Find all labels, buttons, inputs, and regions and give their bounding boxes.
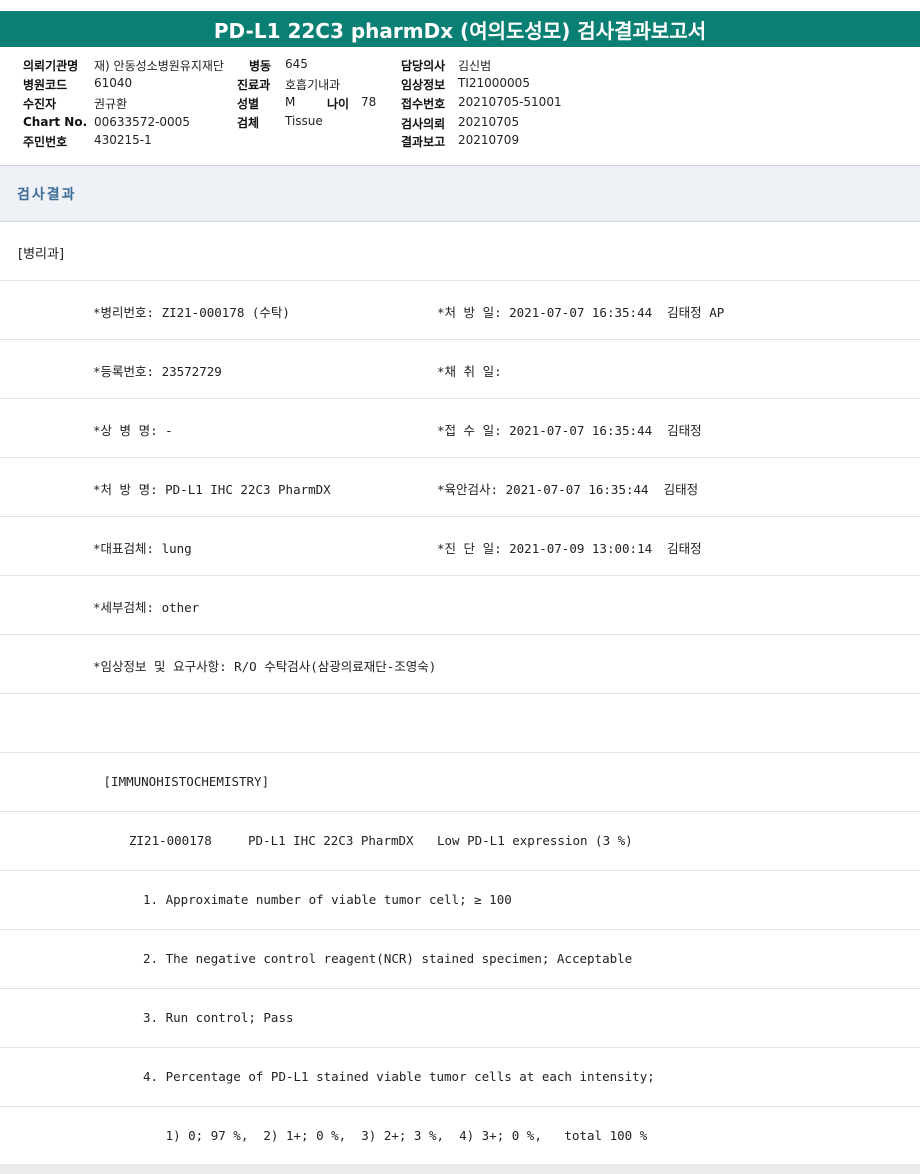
- patient-info-panel: 의뢰기관명 재) 안동성소병원유지재단 병원코드 61040 수진자 권규환 C…: [0, 47, 920, 166]
- department-row: [병리과]: [0, 221, 920, 281]
- detail-left: *대표검체: lung: [93, 541, 192, 556]
- detail-right: *진 단 일: 2021-07-09 13:00:14 김태정: [437, 541, 702, 556]
- doctor-label: 담당의사: [401, 59, 446, 73]
- institution-value: 재) 안동성소병원유지재단: [94, 59, 224, 73]
- detail-row: *병리번호: ZI21-000178 (수탁) *처 방 일: 2021-07-…: [0, 281, 920, 340]
- results-header-label: 검사결과: [17, 187, 77, 203]
- sex-label: 성별: [237, 97, 260, 111]
- detail-row: *상 병 명: - *접 수 일: 2021-07-07 16:35:44 김태…: [0, 399, 920, 458]
- doctor-value: 김신범: [458, 59, 492, 73]
- clinical-label: 임상정보: [401, 78, 446, 92]
- patient-value: 권규환: [94, 97, 128, 111]
- detail-left: *등록번호: 23572729: [93, 364, 222, 379]
- resident-value: 430215-1: [94, 133, 152, 147]
- detail-row: *임상정보 및 요구사항: R/O 수탁검사(삼광의료재단-조영숙): [0, 635, 920, 694]
- department-value: 호흡기내과: [285, 78, 341, 92]
- ihc-item: 2. The negative control reagent(NCR) sta…: [143, 951, 633, 966]
- receipt-no-label: 접수번호: [401, 97, 446, 111]
- hospital-code-label: 병원코드: [23, 78, 68, 92]
- detail-right: *처 방 일: 2021-07-07 16:35:44 김태정 AP: [437, 305, 725, 320]
- patient-label: 수진자: [23, 97, 57, 111]
- detail-row: *세부검체: other: [0, 576, 920, 635]
- detail-left: *세부검체: other: [93, 600, 200, 615]
- detail-row: *처 방 명: PD-L1 IHC 22C3 PharmDX *육안검사: 20…: [0, 458, 920, 517]
- detail-left: *상 병 명: -: [93, 423, 173, 438]
- ward-label: 병동: [249, 59, 272, 73]
- chart-label: Chart No.: [23, 115, 88, 129]
- detail-right: *접 수 일: 2021-07-07 16:35:44 김태정: [437, 423, 702, 438]
- hospital-code-value: 61040: [94, 76, 133, 90]
- detail-left: *병리번호: ZI21-000178 (수탁): [93, 305, 290, 320]
- report-title: PD-L1 22C3 pharmDx (여의도성모) 검사결과보고서: [0, 11, 920, 47]
- ihc-result: Low PD-L1 expression (3 %): [437, 833, 633, 848]
- detail-left: *처 방 명: PD-L1 IHC 22C3 PharmDX: [93, 482, 331, 497]
- detail-right: *육안검사: 2021-07-07 16:35:44 김태정: [437, 482, 699, 497]
- department-tag: [병리과]: [18, 247, 65, 262]
- ihc-item: 4. Percentage of PD-L1 stained viable tu…: [143, 1069, 655, 1084]
- results-section-header: 검사결과: [0, 165, 920, 222]
- request-label: 검사의뢰: [401, 117, 446, 131]
- receipt-no-value: 20210705-51001: [458, 95, 562, 109]
- ward-value: 645: [285, 57, 308, 71]
- report-value: 20210709: [458, 133, 520, 147]
- chart-value: 00633572-0005: [94, 115, 190, 129]
- ihc-section-title: [IMMUNOHISTOCHEMISTRY]: [96, 774, 270, 789]
- ihc-id: ZI21-000178: [129, 833, 212, 848]
- detail-right: *채 취 일:: [437, 364, 502, 379]
- ihc-item-row: 3. Run control; Pass: [0, 989, 920, 1048]
- report-label: 결과보고: [401, 135, 446, 149]
- department-label: 진료과: [237, 78, 271, 92]
- ihc-item-row: 1. Approximate number of viable tumor ce…: [0, 871, 920, 930]
- bottom-strip: [0, 1164, 920, 1174]
- request-value: 20210705: [458, 115, 520, 129]
- ihc-intensity-row: 1) 0; 97 %, 2) 1+; 0 %, 3) 2+; 3 %, 4) 3…: [0, 1107, 920, 1166]
- ihc-test: PD-L1 IHC 22C3 PharmDX: [248, 833, 414, 848]
- resident-label: 주민번호: [23, 135, 68, 149]
- ihc-item: 3. Run control; Pass: [143, 1010, 294, 1025]
- specimen-label: 검체: [237, 116, 260, 130]
- institution-label: 의뢰기관명: [23, 59, 79, 73]
- empty-row: [0, 694, 920, 753]
- detail-row: *등록번호: 23572729 *채 취 일:: [0, 340, 920, 399]
- detail-row: *대표검체: lung *진 단 일: 2021-07-09 13:00:14 …: [0, 517, 920, 576]
- clinical-value: TI21000005: [458, 76, 530, 90]
- ihc-item-row: 2. The negative control reagent(NCR) sta…: [0, 930, 920, 989]
- ihc-intensity: 1) 0; 97 %, 2) 1+; 0 %, 3) 2+; 3 %, 4) 3…: [143, 1128, 648, 1143]
- specimen-value: Tissue: [285, 114, 323, 128]
- ihc-item: 1. Approximate number of viable tumor ce…: [143, 892, 512, 907]
- age-value: 78: [361, 95, 377, 109]
- ihc-item-row: 4. Percentage of PD-L1 stained viable tu…: [0, 1048, 920, 1107]
- sex-value: M: [285, 95, 296, 109]
- detail-left: *임상정보 및 요구사항: R/O 수탁검사(삼광의료재단-조영숙): [93, 659, 437, 674]
- age-label: 나이: [327, 97, 350, 111]
- ihc-result-row: ZI21-000178 PD-L1 IHC 22C3 PharmDX Low P…: [0, 812, 920, 871]
- ihc-section-row: [IMMUNOHISTOCHEMISTRY]: [0, 753, 920, 812]
